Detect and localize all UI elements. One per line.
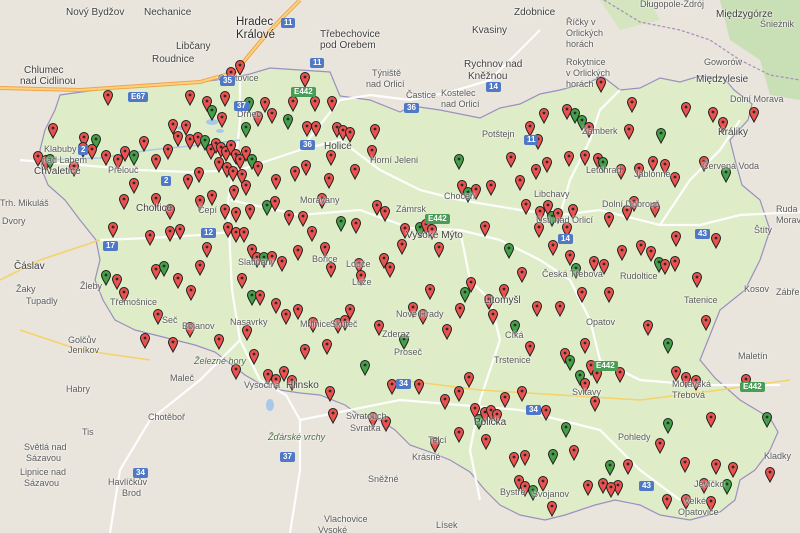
road-shield: E442 <box>740 382 765 392</box>
road-shield: 17 <box>103 241 118 251</box>
road-shield: 11 <box>281 18 296 28</box>
road-shield: E67 <box>128 92 149 102</box>
road-shield: 36 <box>300 140 315 150</box>
road-shield: 11 <box>524 135 539 145</box>
map-canvas[interactable]: Nový Bydžov Nechanice Hradec Králové Kvasiny… <box>0 0 800 533</box>
road-shield: 2 <box>161 176 172 186</box>
road-shield: 12 <box>201 228 216 238</box>
road-shield: E442 <box>425 214 450 224</box>
road-shield: 37 <box>280 452 295 462</box>
road-shield: 36 <box>404 103 419 113</box>
road-shield: 11 <box>310 58 325 68</box>
road-shield: 37 <box>234 101 249 111</box>
road-shield: 43 <box>639 481 654 491</box>
road-shield: 34 <box>526 405 541 415</box>
road-shield: 34 <box>133 468 148 478</box>
road-shield: 43 <box>695 229 710 239</box>
map-base <box>0 0 800 533</box>
road-shield: 35 <box>220 76 235 86</box>
road-shield: 14 <box>486 82 501 92</box>
road-shield: E442 <box>593 361 618 371</box>
road-shield: 14 <box>558 234 573 244</box>
road-shield: 2 <box>78 145 89 155</box>
road-shield: 34 <box>396 379 411 389</box>
road-shield: E442 <box>291 87 316 97</box>
